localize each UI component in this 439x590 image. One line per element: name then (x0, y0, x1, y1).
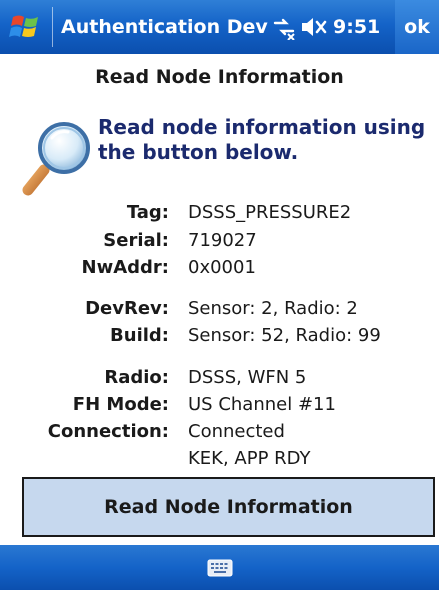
page-title: Read Node Information (95, 66, 344, 88)
connectivity-icon[interactable] (269, 12, 299, 42)
radio-value: DSSS, WFN 5 (188, 367, 307, 388)
serial-label: Serial: (103, 230, 169, 251)
build-row: Build: Sensor: 52, Radio: 99 (0, 323, 439, 349)
devrev-label: DevRev: (85, 298, 169, 319)
radio-label: Radio: (104, 367, 169, 388)
connection-label: Connection: (47, 421, 169, 442)
devrev-value: Sensor: 2, Radio: 2 (188, 298, 358, 319)
connection-row: Connection: Connected (0, 419, 439, 445)
ok-button[interactable]: ok (395, 0, 439, 54)
windows-flag-icon (9, 15, 38, 37)
keyboard-icon[interactable] (205, 557, 235, 579)
title-bar: Authentication Dev 9:51 ok (0, 0, 439, 54)
start-button[interactable] (0, 0, 52, 54)
serial-row: Serial: 719027 (0, 228, 439, 254)
fh-mode-label: FH Mode: (72, 394, 169, 415)
serial-value: 719027 (188, 230, 257, 251)
tag-label: Tag: (126, 202, 169, 223)
fh-mode-value: US Channel #11 (188, 394, 336, 415)
instruction-text: Read node information using the button b… (98, 115, 426, 164)
clock-time[interactable]: 9:51 (333, 16, 391, 38)
speaker-muted-icon[interactable] (299, 12, 329, 42)
magnifier-icon (22, 122, 90, 196)
connection-value: Connected (188, 421, 285, 442)
fh-mode-row: FH Mode: US Channel #11 (0, 392, 439, 418)
tag-value: DSSS_PRESSURE2 (188, 202, 352, 223)
window-title: Authentication Dev (61, 16, 268, 38)
read-node-information-button[interactable]: Read Node Information (22, 477, 435, 537)
connection-detail-row: KEK, APP RDY (0, 446, 439, 472)
nwaddr-row: NwAddr: 0x0001 (0, 255, 439, 281)
tag-row: Tag: DSSS_PRESSURE2 (0, 200, 439, 226)
radio-row: Radio: DSSS, WFN 5 (0, 365, 439, 391)
title-separator (52, 7, 53, 47)
connection-detail-value: KEK, APP RDY (188, 448, 311, 469)
nwaddr-label: NwAddr: (81, 257, 169, 278)
build-label: Build: (110, 325, 169, 346)
nwaddr-value: 0x0001 (188, 257, 256, 278)
build-value: Sensor: 52, Radio: 99 (188, 325, 381, 346)
bottom-bar (0, 545, 439, 590)
devrev-row: DevRev: Sensor: 2, Radio: 2 (0, 296, 439, 322)
